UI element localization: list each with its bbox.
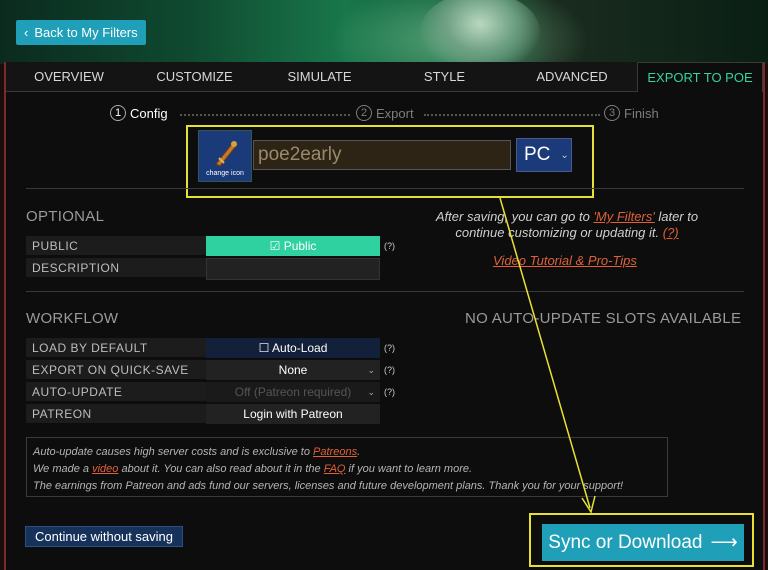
arrow-right-icon: ⟶ — [710, 532, 738, 553]
description-label: DESCRIPTION — [26, 258, 206, 278]
tab-bar: OVERVIEW CUSTOMIZE SIMULATE STYLE ADVANC… — [6, 62, 763, 92]
chevron-down-icon: ⌄ — [367, 364, 375, 375]
select-value: None — [278, 363, 308, 377]
save-help-link[interactable]: (?) — [663, 225, 679, 240]
step-number: 1 — [110, 105, 126, 121]
tab-overview[interactable]: OVERVIEW — [6, 62, 132, 92]
load-help-link[interactable]: (?) — [384, 343, 395, 353]
export-quicksave-select[interactable]: None ⌄ — [206, 360, 380, 380]
step-label: Config — [130, 105, 168, 121]
faq-link[interactable]: FAQ — [324, 463, 346, 475]
public-toggle[interactable]: ☑ Public — [206, 236, 380, 256]
note-text: about it. You can also read about it in … — [118, 463, 324, 475]
tab-export-to-poe[interactable]: EXPORT TO POE — [637, 62, 763, 92]
filter-name-input[interactable] — [253, 140, 511, 170]
optional-section-title: OPTIONAL — [26, 208, 105, 225]
video-tutorial-link[interactable]: Video Tutorial & Pro-Tips — [493, 253, 637, 268]
tab-style[interactable]: STYLE — [382, 62, 507, 92]
chevron-down-icon: ⌄ — [560, 149, 569, 161]
banner-art — [420, 0, 540, 64]
login-patreon-button[interactable]: Login with Patreon — [206, 404, 380, 424]
note-text: Auto-update causes high server costs and… — [33, 446, 314, 458]
export-quicksave-label: EXPORT ON QUICK-SAVE — [26, 360, 206, 380]
chevron-down-icon: ⌄ — [367, 386, 375, 397]
my-filters-link[interactable]: 'My Filters' — [593, 209, 654, 224]
step-connector — [180, 114, 350, 116]
chevron-left-icon: ‹ — [24, 25, 29, 40]
platform-value: PC — [524, 144, 551, 165]
note-line: The earnings from Patreon and ads fund o… — [33, 480, 624, 492]
public-help-link[interactable]: (?) — [384, 241, 395, 251]
continue-without-saving-button[interactable]: Continue without saving — [25, 526, 183, 547]
step-label: Finish — [624, 105, 659, 121]
change-icon-button[interactable]: change icon — [198, 130, 252, 182]
auto-load-toggle[interactable]: ☐ Auto-Load — [206, 338, 380, 358]
load-default-label: LOAD BY DEFAULT — [26, 338, 206, 358]
step-number: 2 — [356, 105, 372, 121]
select-value: Off (Patreon required) — [234, 385, 352, 399]
tab-customize[interactable]: CUSTOMIZE — [132, 62, 257, 92]
note-text: if you want to learn more. — [345, 463, 473, 475]
note-line: Auto-update causes high server costs and… — [33, 444, 661, 461]
sword-icon — [215, 141, 237, 167]
tab-advanced[interactable]: ADVANCED — [507, 62, 637, 92]
workflow-section-title: WORKFLOW — [26, 310, 119, 327]
export-help-link[interactable]: (?) — [384, 365, 395, 375]
sync-button-label: Sync or Download — [548, 531, 703, 553]
note-text: . — [357, 446, 361, 458]
divider — [26, 291, 744, 292]
video-link[interactable]: video — [92, 463, 118, 475]
public-label: PUBLIC — [26, 236, 206, 256]
auto-update-select[interactable]: Off (Patreon required) ⌄ — [206, 382, 380, 402]
step-connector — [424, 114, 600, 116]
change-icon-label: change icon — [206, 170, 244, 177]
divider — [26, 188, 744, 189]
patreon-info-note: Auto-update causes high server costs and… — [26, 437, 668, 497]
auto-update-label: AUTO-UPDATE — [26, 382, 206, 402]
step-export: 2 Export — [356, 105, 414, 121]
patreons-link[interactable]: Patreons — [313, 446, 357, 458]
description-input[interactable] — [206, 258, 380, 280]
progress-steps: 1 Config 2 Export 3 Finish — [110, 105, 660, 125]
platform-select[interactable]: PC ⌄ — [516, 138, 572, 172]
back-to-filters-button[interactable]: ‹ Back to My Filters — [16, 20, 146, 45]
sync-or-download-button[interactable]: Sync or Download ⟶ — [542, 524, 744, 561]
tab-simulate[interactable]: SIMULATE — [257, 62, 382, 92]
step-finish: 3 Finish — [604, 105, 659, 121]
note-line: We made a video about it. You can also r… — [33, 461, 661, 478]
autoupdate-help-link[interactable]: (?) — [384, 387, 395, 397]
back-button-label: Back to My Filters — [34, 25, 138, 40]
note-text: We made a — [33, 463, 93, 475]
step-config: 1 Config — [110, 105, 168, 121]
no-slots-notice: NO AUTO-UPDATE SLOTS AVAILABLE — [465, 310, 742, 327]
patreon-label: PATREON — [26, 404, 206, 424]
step-label: Export — [376, 105, 414, 121]
info-text-part: After saving, you can go to — [435, 209, 594, 224]
save-info-text: After saving, you can go to 'My Filters'… — [420, 209, 714, 241]
step-number: 3 — [604, 105, 620, 121]
